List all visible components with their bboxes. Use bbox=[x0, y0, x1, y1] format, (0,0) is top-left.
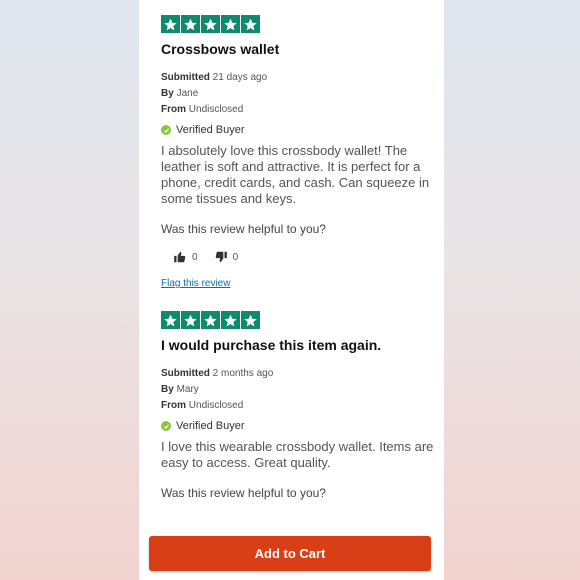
star-icon bbox=[241, 311, 260, 329]
helpful-prompt: Was this review helpful to you? bbox=[161, 486, 326, 500]
verified-buyer-badge: Verified Buyer bbox=[161, 420, 436, 432]
review-card: Crossbows wallet Submitted 21 days ago B… bbox=[161, 15, 436, 289]
by-label: By bbox=[161, 384, 174, 395]
star-icon bbox=[161, 311, 180, 329]
from-label: From bbox=[161, 104, 186, 115]
star-icon bbox=[181, 15, 200, 33]
thumbs-down-icon bbox=[215, 251, 227, 263]
vote-buttons: 0 0 bbox=[173, 250, 436, 264]
review-card: I would purchase this item again. Submit… bbox=[161, 311, 436, 500]
submitted-value: 2 months ago bbox=[212, 368, 274, 379]
review-location: From Undisclosed bbox=[161, 398, 436, 414]
review-submitted: Submitted 21 days ago bbox=[161, 70, 436, 86]
reviews-panel: Crossbows wallet Submitted 21 days ago B… bbox=[139, 0, 444, 580]
review-title: I would purchase this item again. bbox=[161, 337, 382, 353]
star-icon bbox=[221, 15, 240, 33]
add-to-cart-button[interactable]: Add to Cart bbox=[149, 536, 431, 571]
checkmark-icon bbox=[161, 125, 171, 135]
star-icon bbox=[221, 311, 240, 329]
from-label: From bbox=[161, 400, 186, 411]
author-name: Mary bbox=[176, 384, 199, 395]
by-label: By bbox=[161, 88, 174, 99]
author-name: Jane bbox=[176, 88, 199, 99]
submitted-label: Submitted bbox=[161, 72, 210, 83]
review-author: By Jane bbox=[161, 86, 436, 102]
location-value: Undisclosed bbox=[188, 104, 244, 115]
thumbs-down-count: 0 bbox=[232, 251, 239, 263]
review-title: Crossbows wallet bbox=[161, 41, 280, 57]
submitted-value: 21 days ago bbox=[212, 72, 268, 83]
star-icon bbox=[241, 15, 260, 33]
review-author: By Mary bbox=[161, 382, 436, 398]
star-icon bbox=[201, 15, 220, 33]
thumbs-up-icon bbox=[174, 251, 186, 263]
review-location: From Undisclosed bbox=[161, 102, 436, 118]
review-submitted: Submitted 2 months ago bbox=[161, 366, 436, 382]
star-icon bbox=[201, 311, 220, 329]
star-icon bbox=[181, 311, 200, 329]
star-rating bbox=[161, 15, 436, 33]
verified-label: Verified Buyer bbox=[176, 124, 245, 136]
star-rating bbox=[161, 311, 436, 329]
thumbs-up-count: 0 bbox=[192, 251, 198, 263]
thumbs-down-button[interactable]: 0 bbox=[214, 250, 239, 264]
helpful-prompt: Was this review helpful to you? bbox=[161, 222, 326, 236]
review-body: I absolutely love this crossbody wallet!… bbox=[161, 143, 430, 206]
checkmark-icon bbox=[161, 421, 171, 431]
verified-label: Verified Buyer bbox=[176, 420, 245, 432]
verified-buyer-badge: Verified Buyer bbox=[161, 124, 436, 136]
flag-review-link[interactable]: Flag this review bbox=[161, 278, 436, 289]
submitted-label: Submitted bbox=[161, 368, 210, 379]
location-value: Undisclosed bbox=[188, 400, 244, 411]
thumbs-up-button[interactable]: 0 bbox=[173, 250, 198, 264]
review-body: I love this wearable crossbody wallet. I… bbox=[161, 439, 434, 470]
star-icon bbox=[161, 15, 180, 33]
